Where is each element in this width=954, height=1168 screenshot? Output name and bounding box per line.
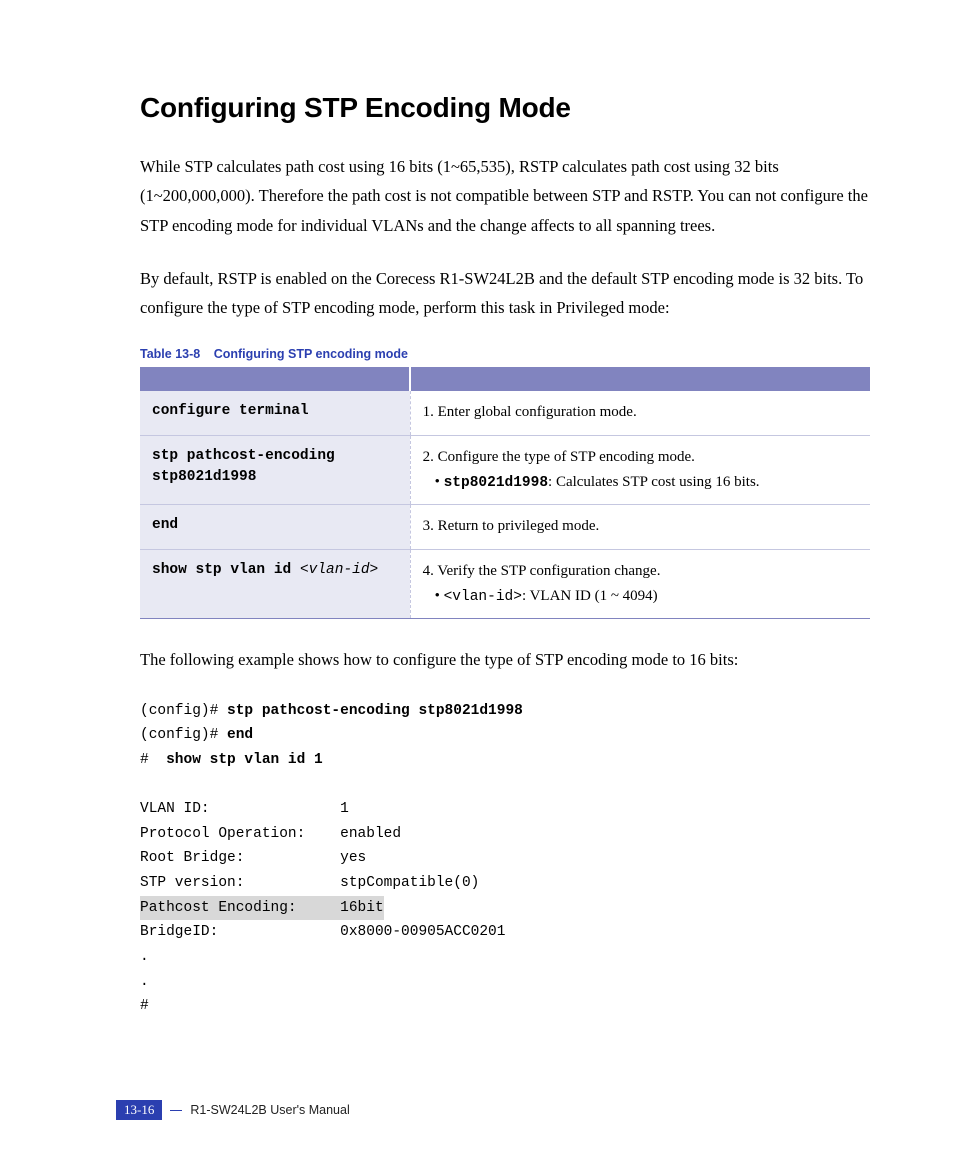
table-head-command — [140, 367, 410, 391]
table-caption: Table 13-8 Configuring STP encoding mode — [140, 347, 870, 361]
step-text: 2. Configure the type of STP encoding mo… — [423, 449, 695, 465]
document-title: R1-SW24L2B User's Manual — [190, 1103, 349, 1117]
table-row: show stp vlan id <vlan-id> 4. Verify the… — [140, 549, 870, 619]
command-cell: show stp vlan id <vlan-id> — [140, 549, 410, 619]
section-heading: Configuring STP Encoding Mode — [140, 92, 870, 124]
command-cell: end — [140, 505, 410, 549]
step-text: 4. Verify the STP configuration change. — [423, 563, 661, 579]
command-cell: stp pathcost-encoding stp8021d1998 — [140, 435, 410, 505]
description-cell: 3. Return to privileged mode. — [410, 505, 870, 549]
table-row: configure terminal 1. Enter global confi… — [140, 391, 870, 435]
cli-example: (config)# stp pathcost-encoding stp8021d… — [140, 699, 870, 1019]
table-row: end 3. Return to privileged mode. — [140, 505, 870, 549]
description-cell: 1. Enter global configuration mode. — [410, 391, 870, 435]
highlighted-output: Pathcost Encoding: 16bit — [140, 896, 384, 921]
description-cell: 2. Configure the type of STP encoding mo… — [410, 435, 870, 505]
intro-paragraph-1: While STP calculates path cost using 16 … — [140, 152, 870, 240]
config-table: configure terminal 1. Enter global confi… — [140, 367, 870, 619]
table-head-purpose — [410, 367, 870, 391]
intro-paragraph-2: By default, RSTP is enabled on the Corec… — [140, 264, 870, 323]
command-cell: configure terminal — [140, 391, 410, 435]
description-cell: 4. Verify the STP configuration change. … — [410, 549, 870, 619]
example-intro: The following example shows how to confi… — [140, 645, 870, 674]
table-row: stp pathcost-encoding stp8021d1998 2. Co… — [140, 435, 870, 505]
table-caption-number: Table 13-8 — [140, 347, 200, 361]
footer-rule — [170, 1110, 182, 1111]
bullet-item: • stp8021d1998: Calculates STP cost usin… — [423, 471, 858, 494]
page-footer: 13-16 R1-SW24L2B User's Manual — [116, 1100, 350, 1120]
page-number: 13-16 — [116, 1100, 162, 1120]
table-caption-text: Configuring STP encoding mode — [214, 347, 408, 361]
bullet-item: • <vlan-id>: VLAN ID (1 ~ 4094) — [423, 585, 858, 608]
